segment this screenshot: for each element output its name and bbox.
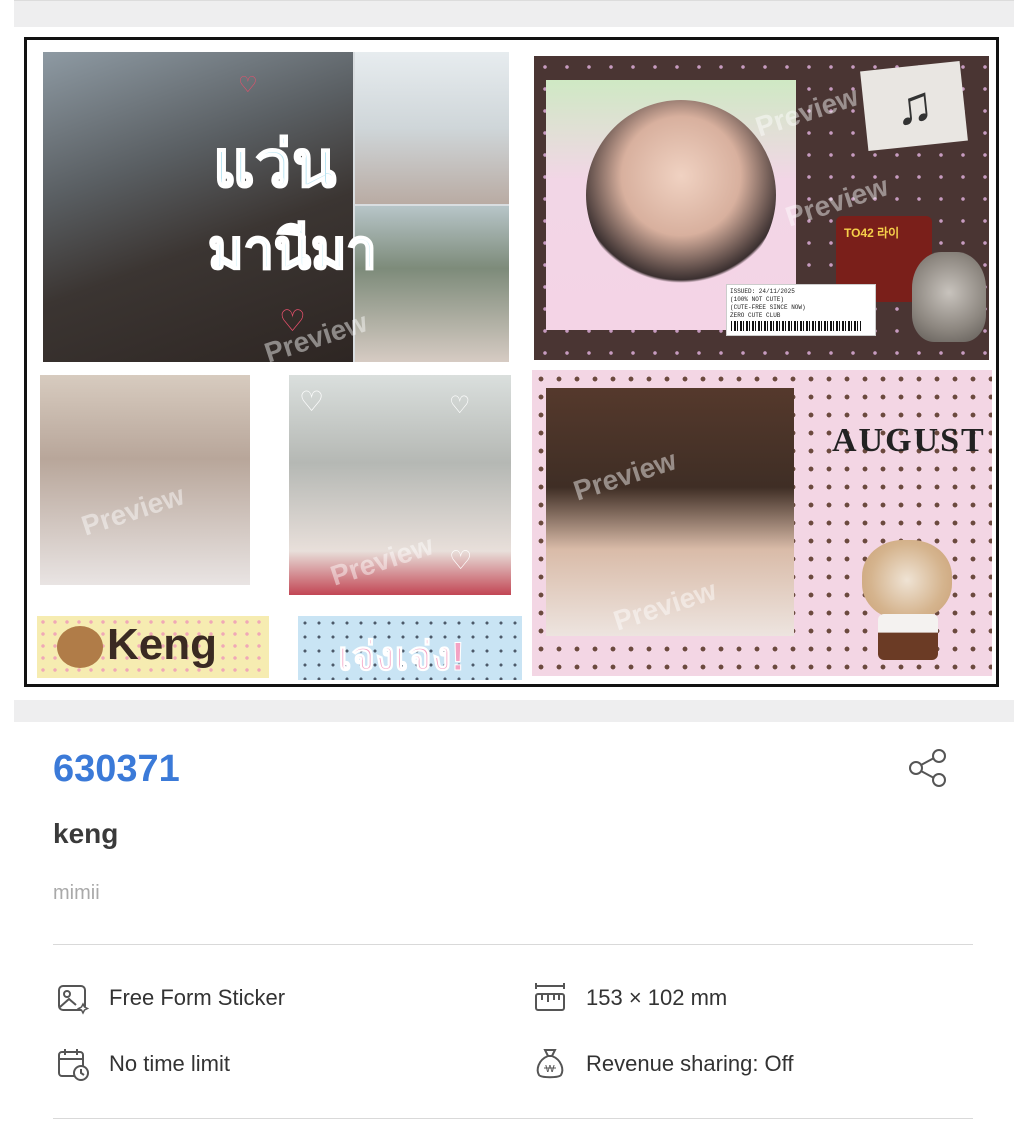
heart-icon: ♡: [449, 392, 471, 419]
spec-value: Free Form Sticker: [109, 985, 286, 1010]
spec-value: Revenue sharing: Off: [586, 1051, 794, 1076]
money-bag-icon: W: [530, 1044, 570, 1084]
photo-portrait-dark-shirt: [43, 52, 353, 362]
photo-railing-selfie: [355, 52, 509, 204]
photo-glasses-closeup: [586, 100, 776, 290]
music-note-icon: ♫: [860, 60, 968, 152]
bottom-gray-band: [14, 700, 1014, 722]
calendar-clock-icon: [53, 1044, 93, 1084]
watermark: Preview: [326, 529, 437, 592]
divider: [53, 1118, 973, 1119]
sticker-thai-subtitle: มานีมา: [207, 220, 378, 280]
sticker-sparkle-portrait: ♡ ♡ ♡ Preview: [289, 375, 511, 595]
admission-ticket: ISSUED: 24/11/2025 (100% NOT CUTE) (CUTE…: [726, 284, 876, 336]
ruler-icon: [530, 978, 570, 1018]
spec-revenue-sharing: W Revenue sharing: Off: [530, 1044, 794, 1084]
share-icon[interactable]: [906, 748, 950, 788]
ticket-line: (CUTE-FREE SINCE NOW): [730, 304, 806, 311]
sticker-glasses-collage: แว่น มานีมา ♡ ♡ Preview: [43, 52, 509, 362]
sticker-glasses-pose: Preview: [40, 375, 250, 585]
chef-cat-icon: [912, 252, 986, 342]
spec-sticker-type: Free Form Sticker: [53, 978, 285, 1018]
sticker-sheet-preview[interactable]: แว่น มานีมา ♡ ♡ Preview ♫ TO42 라이 ISSUED…: [24, 37, 999, 687]
spec-duration: No time limit: [53, 1044, 230, 1084]
heart-icon: ♡: [449, 545, 473, 575]
product-title: keng: [53, 818, 119, 849]
puppy-icon: [57, 626, 103, 668]
ticket-line: (100% NOT CUTE): [730, 296, 785, 303]
sticker-pink-polka: AUGUST Preview Preview: [532, 370, 992, 676]
sticker-thai-title: แว่น: [212, 128, 337, 200]
sticker-brown-polka: ♫ TO42 라이 ISSUED: 24/11/2025 (100% NOT C…: [534, 56, 989, 360]
august-cutout-text: AUGUST: [832, 422, 986, 459]
sticker-thai-label: เจ่งเจ่ง!: [298, 616, 522, 680]
heart-icon: ♡: [238, 72, 258, 97]
spec-value: 153 × 102 mm: [586, 985, 728, 1010]
image-sparkle-icon: [53, 978, 93, 1018]
divider: [53, 944, 973, 945]
product-author[interactable]: mimii: [53, 882, 100, 905]
noodle-label: TO42 라이: [844, 226, 900, 240]
heart-icon: ♡: [299, 386, 325, 417]
ticket-line: ISSUED: 24/11/2025: [730, 288, 795, 295]
photo-glasses-selfie: [355, 206, 509, 362]
spec-size: 153 × 102 mm: [530, 978, 727, 1018]
svg-text:W: W: [545, 1064, 555, 1075]
sticker-keng-label: Keng: [37, 616, 269, 678]
product-code: 630371: [53, 748, 180, 790]
barcode: [731, 321, 861, 331]
ticket-line: ZERO CUTE CLUB: [730, 312, 781, 319]
spec-value: No time limit: [109, 1051, 231, 1076]
cake-icon: [878, 614, 938, 660]
top-gray-band: [14, 0, 1014, 27]
thai-label-text: เจ่งเจ่ง!: [338, 635, 466, 680]
keng-label-text: Keng: [107, 620, 217, 669]
glasses-cat-icon: [862, 540, 952, 620]
watermark: Preview: [77, 479, 188, 542]
